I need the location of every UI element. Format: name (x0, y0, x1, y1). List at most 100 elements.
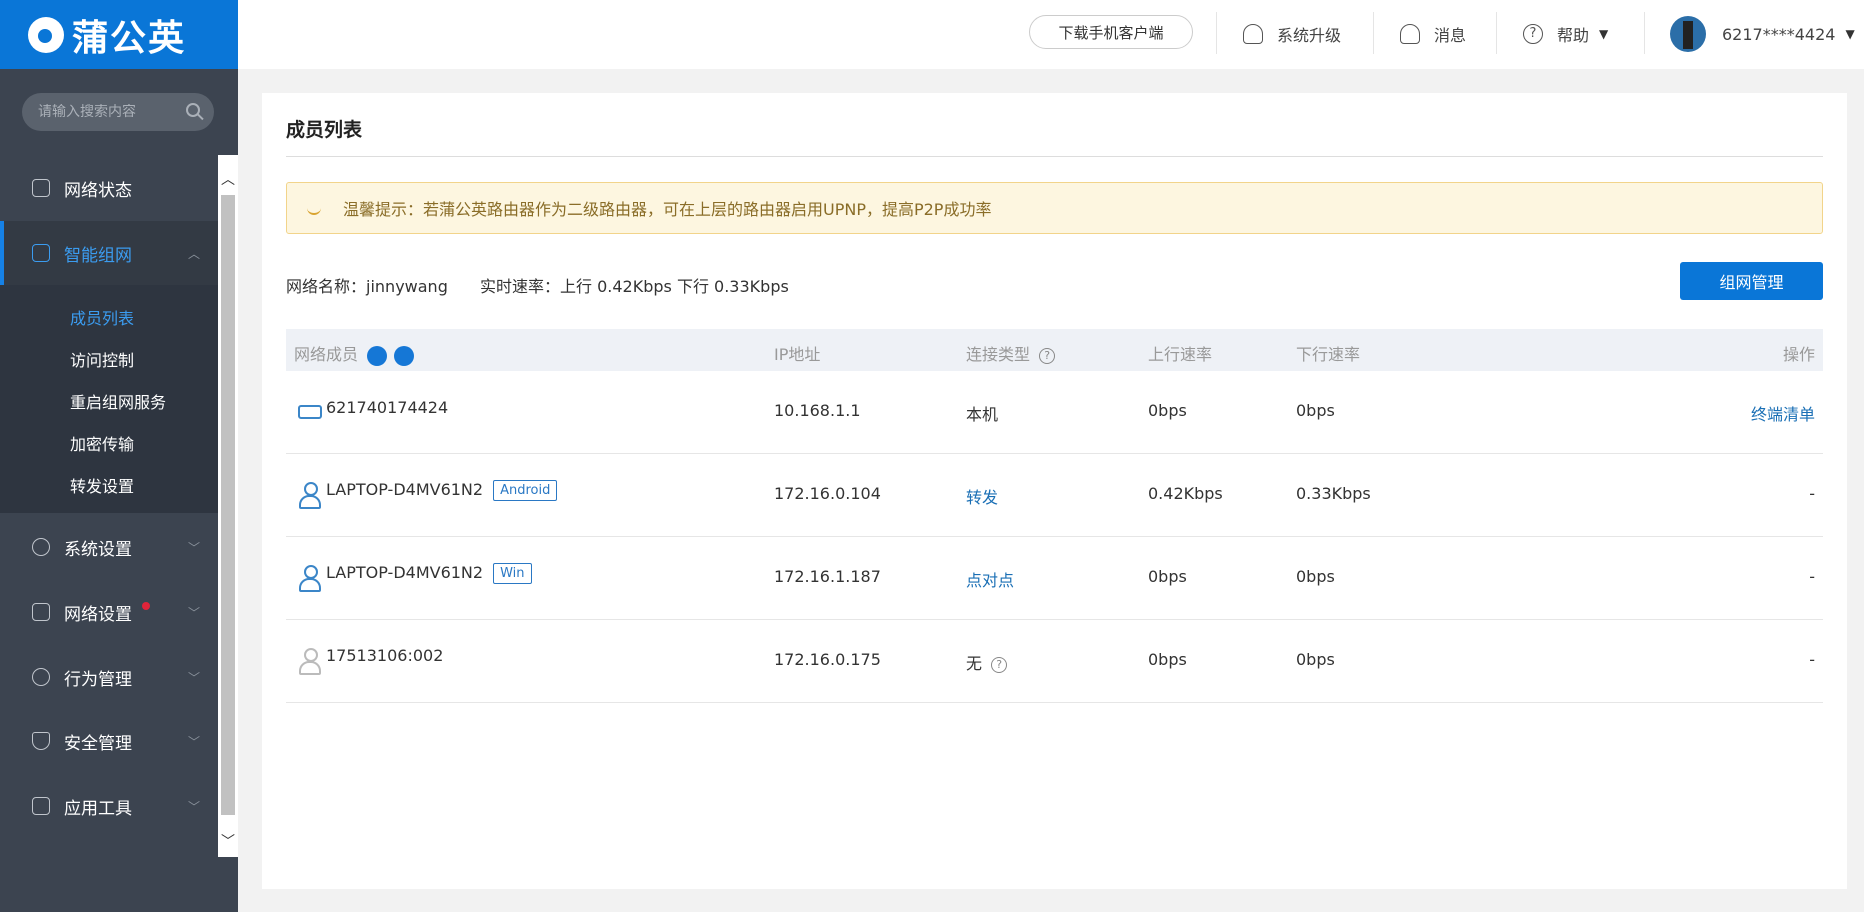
submenu-restart-service[interactable]: 重启组网服务 (70, 389, 166, 413)
search-icon[interactable] (186, 103, 200, 117)
download-app-button[interactable]: 下载手机客户端 (1029, 15, 1193, 49)
member-name: 621740174424 (326, 398, 449, 417)
sidebar-item-label: 系统设置 (64, 539, 132, 560)
member-down-speed: 0bps (1296, 401, 1335, 420)
submenu-forward-settings[interactable]: 转发设置 (70, 473, 134, 497)
sidebar-item-label: 智能组网 (64, 245, 132, 266)
search-input[interactable] (38, 104, 178, 120)
column-header-label: 连接类型 (966, 345, 1031, 364)
divider (1496, 12, 1497, 54)
member-ip: 172.16.0.104 (774, 484, 881, 503)
account-menu[interactable]: 6217****4424 ▼ (1670, 16, 1855, 52)
divider (1216, 12, 1217, 54)
member-conn-type[interactable]: 转发 (966, 484, 998, 508)
shield-icon (32, 732, 50, 750)
member-conn-type[interactable]: 点对点 (966, 567, 1014, 591)
sidebar-item-label: 网络状态 (64, 180, 132, 201)
messages-label: 消息 (1434, 26, 1467, 45)
speed-label: 实时速率： (480, 277, 561, 296)
divider (1644, 12, 1645, 54)
member-ip: 10.168.1.1 (774, 401, 861, 420)
sidebar-scrollbar[interactable]: ︿ ﹀ (218, 155, 238, 857)
column-header-down-speed: 下行速率 (1296, 345, 1361, 364)
user-filter-icon[interactable] (394, 345, 415, 366)
member-down-speed: 0.33Kbps (1296, 484, 1371, 503)
sidebar-item-network-status[interactable]: 网络状态 (0, 156, 218, 220)
device-list-link[interactable]: 终端清单 (1751, 401, 1815, 425)
column-header-ip: IP地址 (774, 345, 821, 364)
behavior-icon (32, 668, 50, 686)
system-upgrade-link[interactable]: 系统升级 (1243, 22, 1341, 46)
divider (1373, 12, 1374, 54)
row-action: - (1809, 484, 1815, 503)
network-name-info: 网络名称：jinnywang (286, 273, 456, 297)
router-icon (298, 405, 322, 419)
chevron-up-icon: ︿ (187, 246, 200, 261)
avatar (1670, 16, 1706, 52)
chevron-down-icon: ﹀ (187, 799, 200, 814)
logo-text: 蒲公英 (72, 17, 187, 59)
column-header-member: 网络成员 (294, 341, 415, 366)
smart-network-submenu: 成员列表 访问控制 重启组网服务 加密传输 转发设置 (0, 285, 218, 513)
sidebar-item-app-tools[interactable]: 应用工具 ﹀ (0, 774, 218, 838)
submenu-access-control[interactable]: 访问控制 (70, 347, 134, 371)
sidebar-search (22, 93, 214, 131)
caret-down-icon: ▼ (1599, 27, 1609, 41)
submenu-member-list[interactable]: 成员列表 (70, 305, 134, 329)
messages-link[interactable]: 消息 (1400, 22, 1466, 46)
column-header-conn-type: 连接类型 ? (966, 341, 1056, 365)
network-name-value: jinnywang (366, 277, 448, 296)
dandelion-logo-icon (28, 16, 64, 53)
submenu-encrypted-transfer[interactable]: 加密传输 (70, 431, 134, 455)
sidebar-item-label: 行为管理 (64, 669, 132, 690)
scroll-down-arrow-icon[interactable]: ﹀ (221, 835, 235, 849)
caret-down-icon: ▼ (1845, 27, 1855, 41)
network-status-icon (32, 179, 50, 197)
member-down-speed: 0bps (1296, 567, 1335, 586)
help-icon[interactable]: ? (991, 656, 1008, 673)
table-row: LAPTOP-D4MV61N2 Win 172.16.1.187 点对点 0bps… (286, 537, 1823, 620)
app-logo[interactable]: 蒲公英 (0, 0, 238, 69)
bell-icon (1400, 24, 1420, 44)
sidebar-item-label: 应用工具 (64, 798, 132, 819)
member-up-speed: 0bps (1148, 401, 1187, 420)
divider (286, 156, 1823, 157)
rocket-icon (1243, 24, 1263, 44)
account-label: 6217****4424 (1722, 24, 1836, 44)
notice-text: 温馨提示：若蒲公英路由器作为二级路由器，可在上层的路由器启用UPNP，提高P2P… (343, 200, 992, 219)
column-header-up-speed: 上行速率 (1148, 345, 1213, 364)
row-action: - (1809, 567, 1815, 586)
member-name-cell: LAPTOP-D4MV61N2 Android (326, 480, 558, 501)
sidebar-item-behavior-management[interactable]: 行为管理 ﹀ (0, 645, 218, 709)
member-list-card: 成员列表 温馨提示：若蒲公英路由器作为二级路由器，可在上层的路由器启用UPNP，… (262, 93, 1847, 889)
member-name-cell: LAPTOP-D4MV61N2 Win (326, 563, 532, 584)
member-name: LAPTOP-D4MV61N2 (326, 480, 484, 499)
page-title: 成员列表 (286, 119, 363, 141)
help-icon: ? (1523, 24, 1543, 44)
chevron-down-icon: ﹀ (187, 734, 200, 749)
scroll-up-arrow-icon[interactable]: ︿ (221, 173, 235, 187)
sidebar-item-network-settings[interactable]: 网络设置 ﹀ (0, 580, 218, 644)
help-icon[interactable]: ? (1039, 347, 1056, 364)
table-row: 17513106:002 172.16.0.175 无 ? 0bps 0bps … (286, 620, 1823, 703)
router-filter-icon[interactable] (367, 345, 388, 366)
member-ip: 172.16.1.187 (774, 567, 881, 586)
gear-icon (32, 538, 50, 556)
sidebar-item-security-management[interactable]: 安全管理 ﹀ (0, 709, 218, 773)
member-down-speed: 0bps (1296, 650, 1335, 669)
column-header-label: 网络成员 (294, 345, 359, 364)
table-row: 621740174424 10.168.1.1 本机 0bps 0bps 终端清… (286, 371, 1823, 454)
table-header: 网络成员 IP地址 连接类型 ? 上行速率 下行速率 操作 (286, 329, 1823, 371)
sidebar-item-smart-network[interactable]: 智能组网 ︿ (0, 221, 218, 285)
realtime-speed-info: 实时速率：上行 0.42Kbps 下行 0.33Kbps (480, 273, 789, 297)
sidebar-item-system-settings[interactable]: 系统设置 ﹀ (0, 515, 218, 579)
help-menu[interactable]: ? 帮助 ▼ (1523, 22, 1608, 46)
chevron-down-icon: ﹀ (187, 540, 200, 555)
top-bar: 下载手机客户端 系统升级 消息 ? 帮助 ▼ 6217****4424 ▼ (238, 0, 1864, 69)
network-manage-button[interactable]: 组网管理 (1680, 262, 1823, 300)
chevron-down-icon: ﹀ (187, 670, 200, 685)
scrollbar-thumb[interactable] (221, 195, 235, 815)
member-up-speed: 0bps (1148, 567, 1187, 586)
platform-tag: Win (493, 563, 532, 584)
sidebar-item-label: 安全管理 (64, 733, 132, 754)
